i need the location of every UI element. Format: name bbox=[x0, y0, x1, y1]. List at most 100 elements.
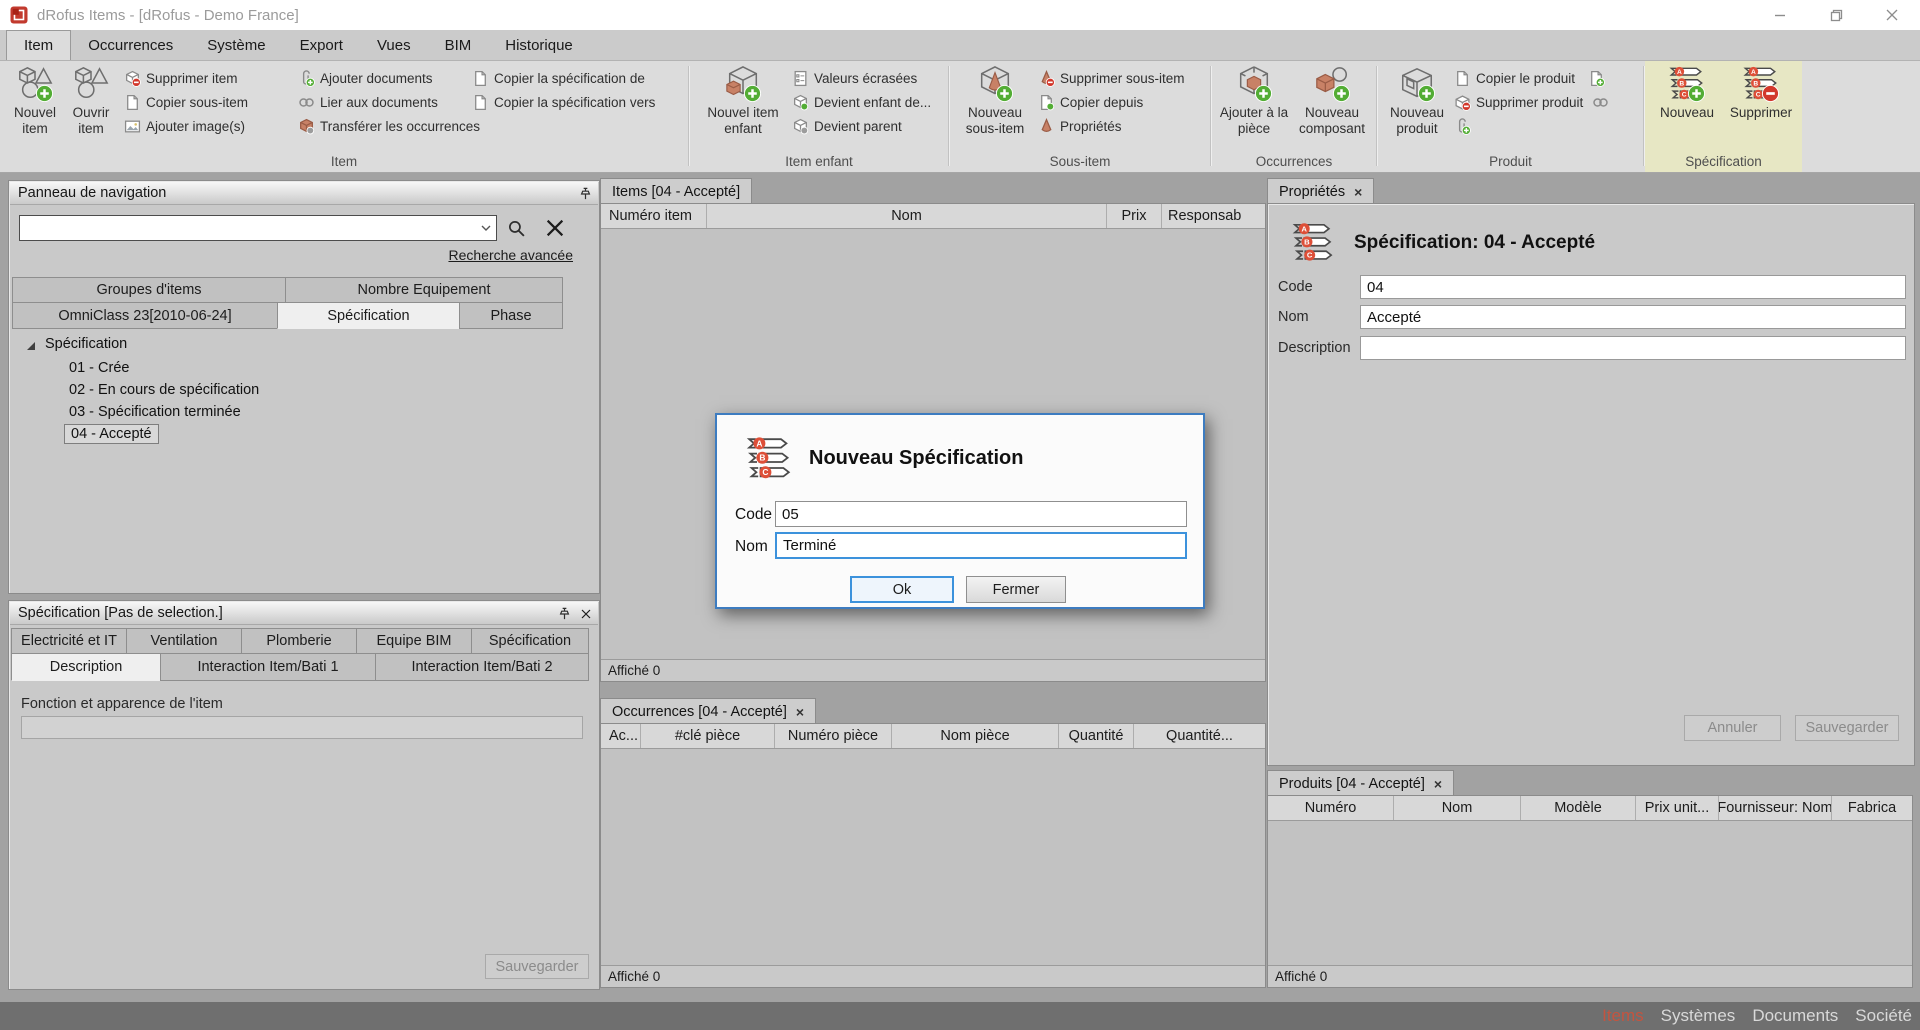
dialog-fermer-button[interactable]: Fermer bbox=[966, 576, 1066, 603]
spec-sauvegarder-button[interactable]: Sauvegarder bbox=[485, 954, 589, 979]
link-icon[interactable] bbox=[1592, 94, 1609, 111]
pin-icon[interactable] bbox=[558, 607, 571, 620]
column-header[interactable]: Numéro pièce bbox=[775, 724, 892, 748]
nouvel-item-button[interactable]: Nouvel item bbox=[8, 65, 62, 137]
column-header[interactable]: Numéro item bbox=[601, 204, 707, 228]
column-header[interactable]: Modèle bbox=[1521, 796, 1636, 820]
column-header[interactable]: Numéro bbox=[1268, 796, 1394, 820]
ajouter-images-button[interactable]: Ajouter image(s) bbox=[124, 116, 248, 137]
dialog-nom-input[interactable] bbox=[775, 532, 1187, 559]
copier-depuis-button[interactable]: Copier depuis bbox=[1038, 92, 1185, 113]
copier-le-produit-button[interactable]: Copier le produit bbox=[1454, 68, 1609, 89]
nouvel-item-enfant-button[interactable]: Nouvel item enfant bbox=[700, 65, 786, 137]
ajouter-a-la-piece-button[interactable]: Ajouter à la pièce bbox=[1218, 65, 1290, 137]
nav-tab-omniclass[interactable]: OmniClass 23[2010-06-24] bbox=[12, 302, 278, 329]
tree-node-02-en-cours[interactable]: 02 - En cours de spécification bbox=[69, 382, 259, 398]
tree-node-03-terminee[interactable]: 03 - Spécification terminée bbox=[69, 404, 241, 420]
close-panel-icon[interactable] bbox=[580, 608, 592, 620]
properties-sauvegarder-button[interactable]: Sauvegarder bbox=[1795, 715, 1899, 741]
module-documents[interactable]: Documents bbox=[1752, 1006, 1838, 1026]
menu-item-systeme[interactable]: Système bbox=[190, 30, 282, 60]
proprietes-tab[interactable]: Propriétés × bbox=[1267, 178, 1374, 204]
spec-tab-interaction-2[interactable]: Interaction Item/Bati 2 bbox=[375, 653, 589, 681]
supprimer-produit-button[interactable]: Supprimer produit bbox=[1454, 92, 1609, 113]
nouveau-specification-button[interactable]: Nouveau bbox=[1652, 65, 1722, 121]
nouveau-composant-button[interactable]: Nouveau composant bbox=[1292, 65, 1372, 137]
column-header[interactable]: Nom bbox=[707, 204, 1107, 228]
proprietes-button[interactable]: Propriétés bbox=[1038, 116, 1185, 137]
menu-item-bim[interactable]: BIM bbox=[428, 30, 489, 60]
minimize-button[interactable] bbox=[1752, 0, 1808, 30]
supprimer-specification-button[interactable]: Supprimer bbox=[1724, 65, 1798, 121]
spec-tab-description[interactable]: Description bbox=[11, 653, 161, 681]
dialog-code-input[interactable] bbox=[775, 501, 1187, 527]
ouvrir-item-button[interactable]: Ouvrir item bbox=[64, 65, 118, 137]
column-header[interactable]: Quantité... bbox=[1134, 724, 1265, 748]
menu-item-item[interactable]: Item bbox=[6, 30, 71, 60]
occurrences-tab[interactable]: Occurrences [04 - Accepté] × bbox=[600, 698, 816, 724]
column-header[interactable]: Nom pièce bbox=[892, 724, 1059, 748]
devient-enfant-de-button[interactable]: Devient enfant de... bbox=[792, 92, 931, 113]
nouveau-sous-item-button[interactable]: Nouveau sous-item bbox=[956, 65, 1034, 137]
module-items[interactable]: Items bbox=[1602, 1006, 1644, 1026]
close-window-button[interactable] bbox=[1864, 0, 1920, 30]
spec-tab-plomberie[interactable]: Plomberie bbox=[241, 628, 357, 654]
menu-item-vues[interactable]: Vues bbox=[360, 30, 428, 60]
column-header[interactable]: Responsab bbox=[1162, 204, 1265, 228]
dialog-ok-button[interactable]: Ok bbox=[850, 576, 954, 603]
produits-tab[interactable]: Produits [04 - Accepté] × bbox=[1267, 770, 1454, 796]
menu-item-export[interactable]: Export bbox=[283, 30, 360, 60]
spec-tab-equipe-bim[interactable]: Equipe BIM bbox=[356, 628, 472, 654]
attach-to-product-button[interactable] bbox=[1454, 116, 1609, 137]
module-societe[interactable]: Société bbox=[1855, 1006, 1912, 1026]
properties-description-input[interactable] bbox=[1360, 336, 1906, 360]
attach-document-icon[interactable] bbox=[1588, 70, 1605, 87]
nouveau-produit-button[interactable]: Nouveau produit bbox=[1384, 65, 1450, 137]
properties-annuler-button[interactable]: Annuler bbox=[1684, 715, 1781, 741]
chevron-down-icon[interactable] bbox=[476, 225, 496, 232]
column-header[interactable]: Quantité bbox=[1059, 724, 1134, 748]
supprimer-item-button[interactable]: Supprimer item bbox=[124, 68, 248, 89]
tree-node-04-accepte[interactable]: 04 - Accepté bbox=[64, 424, 159, 444]
properties-code-input[interactable] bbox=[1360, 275, 1906, 299]
column-header[interactable]: Fournisseur: Nom bbox=[1719, 796, 1832, 820]
transferer-occurrences-button[interactable]: Transférer les occurrences bbox=[298, 116, 480, 137]
menu-item-occurrences[interactable]: Occurrences bbox=[71, 30, 190, 60]
pin-icon[interactable] bbox=[579, 187, 592, 200]
column-header[interactable]: #clé pièce bbox=[641, 724, 775, 748]
copier-sous-item-button[interactable]: Copier sous-item bbox=[124, 92, 248, 113]
nav-tab-specification[interactable]: Spécification bbox=[277, 302, 460, 329]
search-icon[interactable] bbox=[507, 219, 526, 238]
restore-button[interactable] bbox=[1808, 0, 1864, 30]
tree-node-01-cree[interactable]: 01 - Crée bbox=[69, 360, 129, 376]
lier-aux-documents-button[interactable]: Lier aux documents bbox=[298, 92, 480, 113]
column-header[interactable]: Prix unit... bbox=[1636, 796, 1719, 820]
column-header[interactable]: Prix bbox=[1107, 204, 1162, 228]
advanced-search-link[interactable]: Recherche avancée bbox=[448, 247, 573, 263]
menu-item-historique[interactable]: Historique bbox=[488, 30, 590, 60]
tree-node-specification[interactable]: Spécification bbox=[45, 336, 127, 352]
fonction-apparence-input[interactable] bbox=[21, 716, 583, 739]
close-tab-icon[interactable]: × bbox=[1434, 777, 1442, 791]
close-tab-icon[interactable]: × bbox=[796, 705, 804, 719]
column-header[interactable]: Fabrica bbox=[1832, 796, 1912, 820]
spec-tab-electricite[interactable]: Electricité et IT bbox=[11, 628, 127, 654]
nav-tab-groupes-items[interactable]: Groupes d'items bbox=[12, 277, 286, 303]
ajouter-documents-button[interactable]: Ajouter documents bbox=[298, 68, 480, 89]
nav-tab-nombre-equipement[interactable]: Nombre Equipement bbox=[285, 277, 563, 303]
copier-specification-de-button[interactable]: Copier la spécification de bbox=[472, 68, 655, 89]
items-tab[interactable]: Items [04 - Accepté] bbox=[600, 178, 752, 204]
spec-tab-specification[interactable]: Spécification bbox=[471, 628, 589, 654]
column-header[interactable]: Ac... bbox=[601, 724, 641, 748]
nav-tab-phase[interactable]: Phase bbox=[459, 302, 563, 329]
search-input[interactable] bbox=[20, 217, 476, 239]
devient-parent-button[interactable]: Devient parent bbox=[792, 116, 931, 137]
spec-tab-interaction-1[interactable]: Interaction Item/Bati 1 bbox=[160, 653, 376, 681]
valeurs-ecrasees-button[interactable]: Valeurs écrasées bbox=[792, 68, 931, 89]
copier-specification-vers-button[interactable]: Copier la spécification vers bbox=[472, 92, 655, 113]
spec-tab-ventilation[interactable]: Ventilation bbox=[126, 628, 242, 654]
tree-expander-icon[interactable] bbox=[26, 341, 36, 351]
properties-nom-input[interactable] bbox=[1360, 305, 1906, 329]
module-systemes[interactable]: Systèmes bbox=[1661, 1006, 1736, 1026]
clear-search-icon[interactable] bbox=[543, 217, 567, 239]
